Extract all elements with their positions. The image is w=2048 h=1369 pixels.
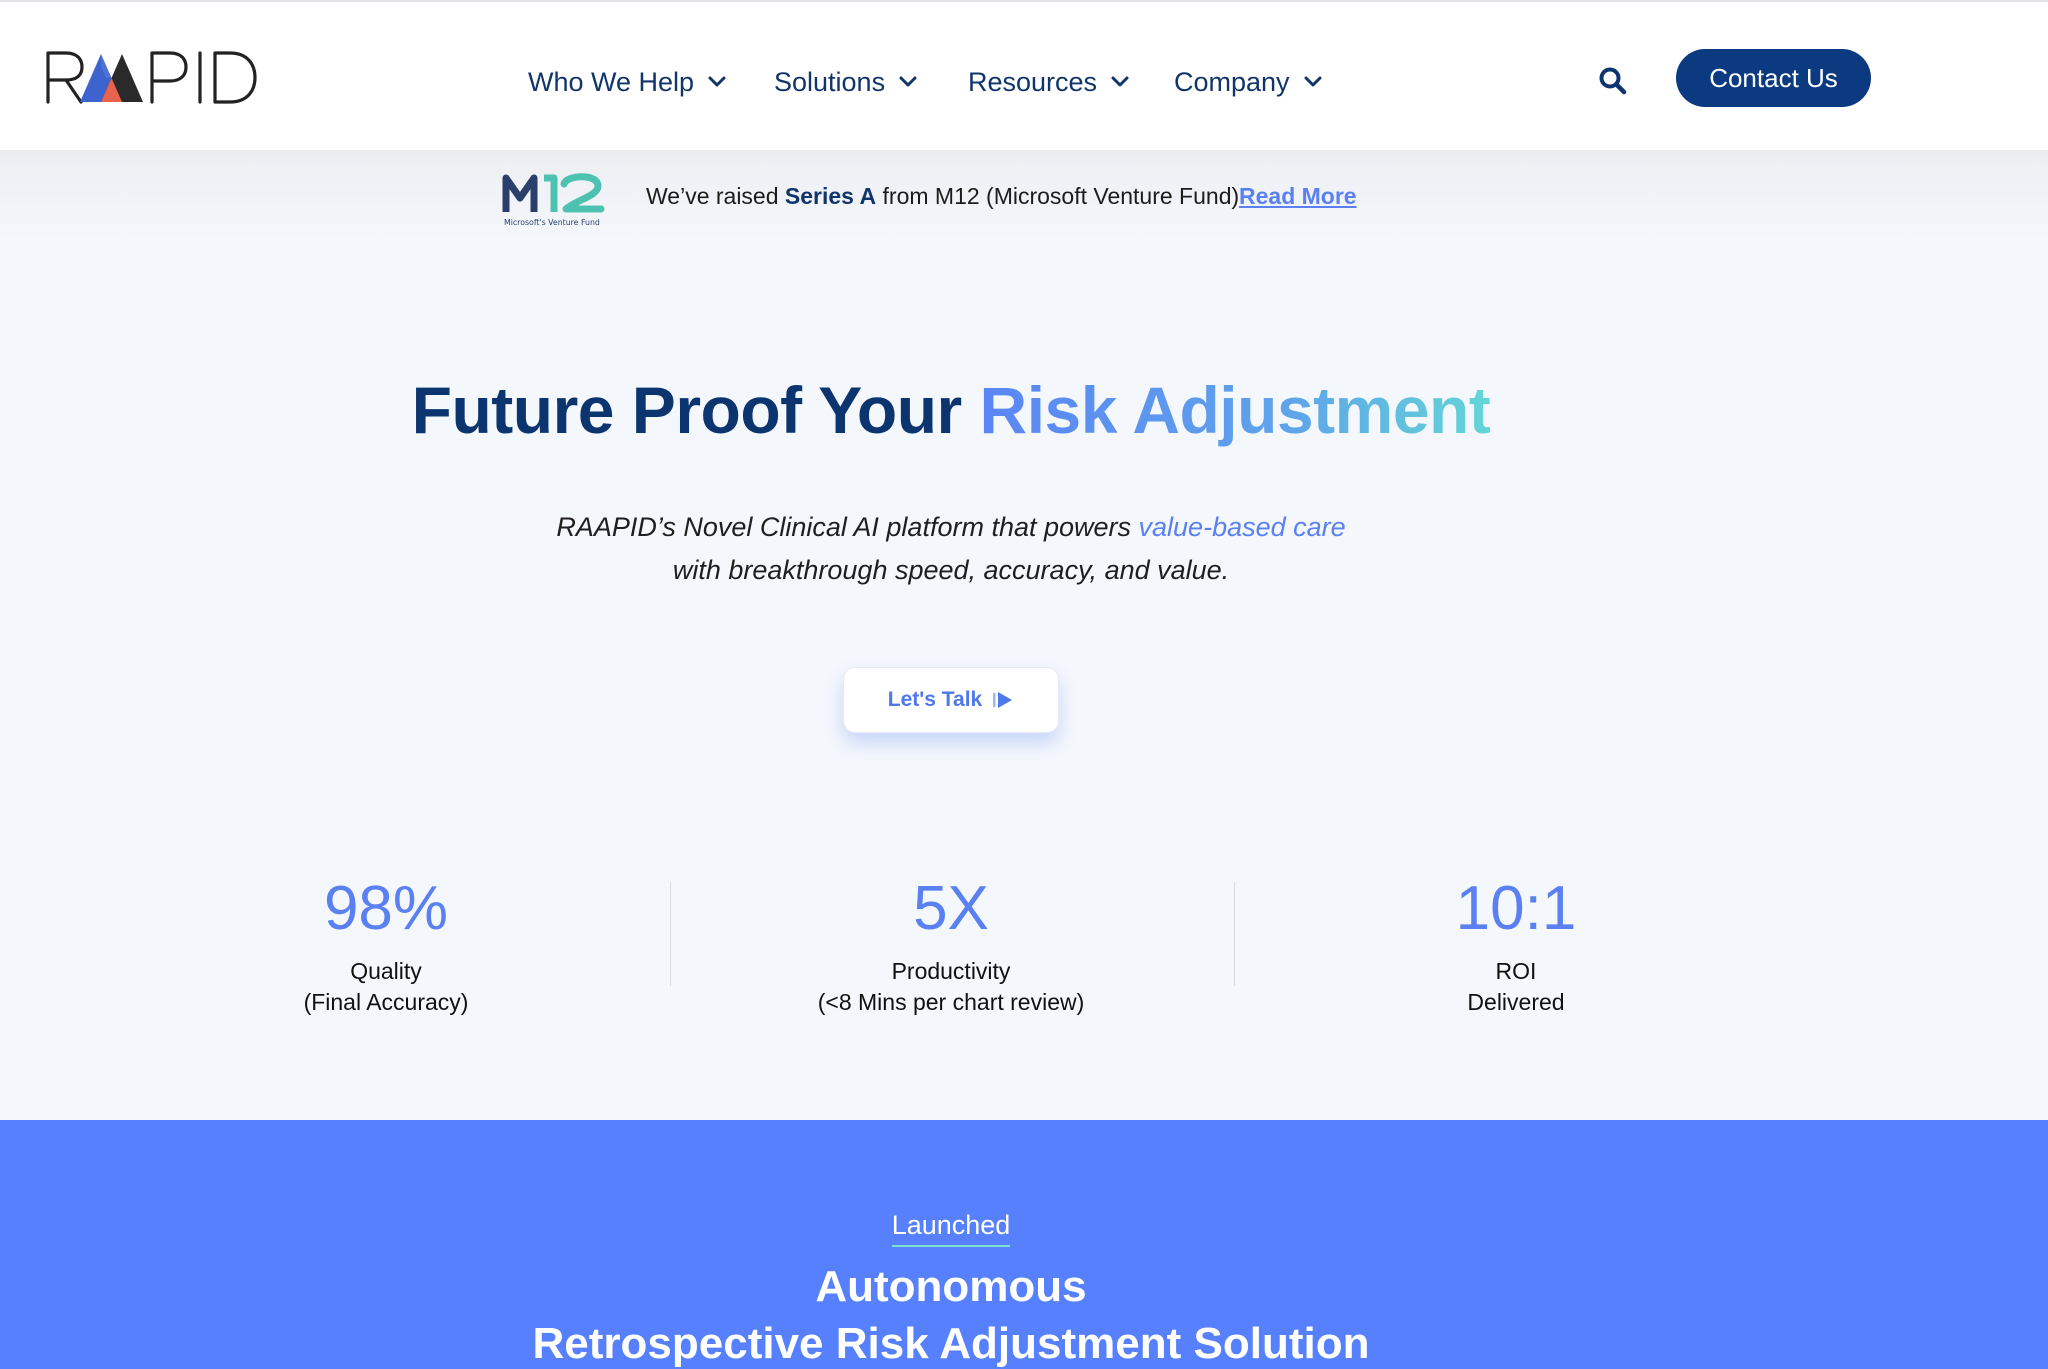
nav-solutions[interactable]: Solutions	[774, 62, 917, 102]
stat-roi-label: ROI Delivered	[1306, 956, 1726, 1018]
chevron-down-icon	[708, 76, 726, 87]
nav-company-label: Company	[1174, 66, 1290, 97]
lets-talk-label: Let's Talk	[887, 688, 983, 711]
band-title-line1: Autonomous	[815, 1262, 1087, 1311]
announcement-series-a: Series A	[784, 182, 877, 209]
nav-resources-label: Resources	[968, 66, 1098, 97]
stat-divider	[670, 882, 671, 986]
stat-divider	[1234, 882, 1235, 986]
band-title-line2: Retrospective Risk Adjustment Solution	[532, 1319, 1370, 1368]
hero-subtitle-line2: with breakthrough speed, accuracy, and v…	[672, 555, 1230, 585]
stat-productivity-label-line2: (<8 Mins per chart review)	[817, 989, 1085, 1015]
stat-roi-label-line1: ROI	[1495, 958, 1537, 984]
value-based-care-link[interactable]: value-based care	[1139, 512, 1346, 542]
contact-us-button[interactable]: Contact Us	[1676, 49, 1871, 107]
stat-productivity-label: Productivity (<8 Mins per chart review)	[741, 956, 1161, 1018]
stat-quality-value: 98%	[323, 874, 449, 943]
m12-logo-caption: Microsoft's Venture Fund	[504, 218, 600, 227]
nav-solutions-label: Solutions	[774, 66, 886, 97]
search-icon[interactable]	[1598, 66, 1628, 96]
play-arrow-icon	[993, 692, 1013, 708]
chevron-down-icon	[899, 76, 917, 87]
stat-productivity-value: 5X	[913, 874, 989, 943]
announcement-text: We’ve raised Series A from M12 (Microsof…	[646, 180, 1246, 212]
hero-title: Future Proof Your Risk Adjustment	[0, 372, 1902, 448]
announcement-text-before: We’ve raised	[646, 182, 785, 209]
launched-eyebrow: Launched	[0, 1210, 1902, 1247]
stat-roi-value: 10:1	[1455, 874, 1577, 943]
nav-resources[interactable]: Resources	[968, 62, 1129, 102]
stat-productivity-label-line1: Productivity	[891, 958, 1011, 984]
stat-quality-label-line1: Quality	[350, 958, 422, 984]
band-title: Autonomous Retrospective Risk Adjustment…	[0, 1258, 1902, 1369]
lets-talk-button[interactable]: Let's Talk	[843, 667, 1059, 733]
site-header: Who We Help Solutions Resources Company …	[0, 0, 2048, 150]
chevron-down-icon	[1304, 76, 1322, 87]
raapid-logo[interactable]	[44, 48, 258, 106]
hero-title-accent: Risk Adjustment	[979, 373, 1491, 447]
stat-productivity: 5X Productivity (<8 Mins per chart revie…	[741, 872, 1161, 1018]
stat-roi: 10:1 ROI Delivered	[1306, 872, 1726, 1018]
hero-title-main: Future Proof Your	[411, 373, 980, 447]
hero-subtitle: RAAPID’s Novel Clinical AI platform that…	[0, 506, 1902, 592]
launch-band: Launched Autonomous Retrospective Risk A…	[0, 1120, 2048, 1369]
announcement-text-after: from M12 (Microsoft Venture Fund).	[876, 182, 1246, 209]
m12-logo: Microsoft's Venture Fund	[502, 173, 605, 227]
stat-roi-label-line2: Delivered	[1467, 989, 1565, 1015]
hero-subtitle-line1: RAAPID’s Novel Clinical AI platform that…	[556, 512, 1139, 542]
launched-label: Launched	[891, 1210, 1011, 1247]
nav-company[interactable]: Company	[1174, 62, 1322, 102]
stat-quality-label-line2: (Final Accuracy)	[303, 989, 469, 1015]
nav-who-we-help[interactable]: Who We Help	[528, 62, 726, 102]
stat-quality-label: Quality (Final Accuracy)	[176, 956, 596, 1018]
read-more-link[interactable]: Read More	[1239, 180, 1357, 212]
chevron-down-icon	[1111, 76, 1129, 87]
announcement-bar: Microsoft's Venture Fund We’ve raised Se…	[0, 150, 2048, 242]
nav-who-we-help-label: Who We Help	[528, 66, 695, 97]
stat-quality: 98% Quality (Final Accuracy)	[176, 872, 596, 1018]
